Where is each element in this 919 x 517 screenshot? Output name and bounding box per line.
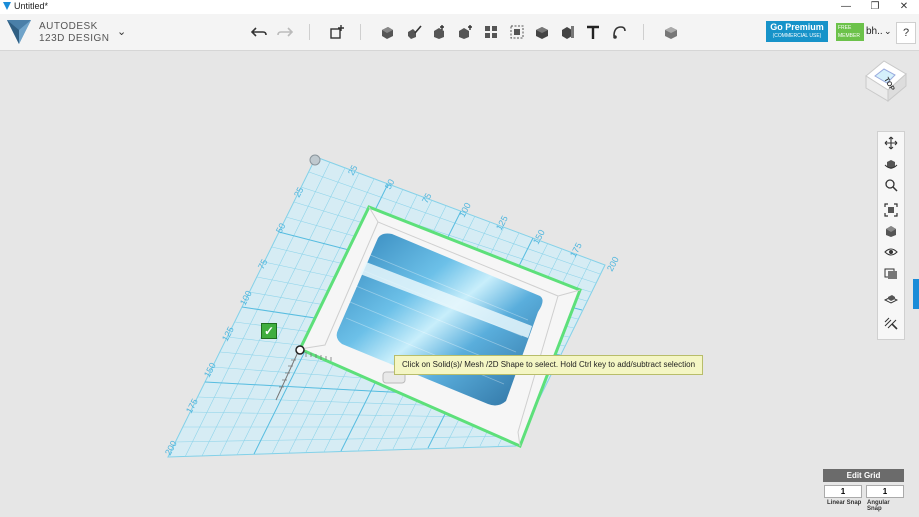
- fit-button[interactable]: [882, 201, 900, 219]
- edit-grid-button[interactable]: Edit Grid: [823, 469, 904, 482]
- pan-icon: [884, 136, 898, 150]
- grid-origin-handle[interactable]: [309, 154, 321, 166]
- modify-icon: [459, 25, 472, 39]
- group-icon: [510, 25, 524, 39]
- materials-outlines-button[interactable]: [882, 264, 900, 282]
- user-menu-chevron-down-icon[interactable]: ⌄: [884, 26, 892, 37]
- viewcube[interactable]: TOP: [865, 60, 907, 103]
- snap-icon: [613, 26, 626, 39]
- transform-icon: [330, 25, 344, 39]
- app-menu-icon[interactable]: [5, 18, 33, 46]
- redo-button[interactable]: [274, 21, 296, 43]
- navigation-panel: [877, 131, 905, 340]
- fit-icon: [884, 203, 898, 217]
- orbit-icon: [884, 160, 898, 169]
- zoom-icon: [885, 179, 898, 192]
- restore-button[interactable]: ❐: [861, 0, 889, 14]
- zoom-button[interactable]: [882, 176, 900, 194]
- primitives-button[interactable]: [376, 21, 398, 43]
- close-button[interactable]: ✕: [890, 0, 918, 14]
- app-menu-chevron-down-icon[interactable]: ⌄: [117, 25, 126, 38]
- sketch-icon: [408, 25, 422, 39]
- window-title: Untitled*: [14, 1, 49, 11]
- brand-line-2: 123D DESIGN: [39, 33, 110, 44]
- snap-grid-icon: [884, 317, 898, 330]
- material-button[interactable]: [660, 21, 682, 43]
- combine-button[interactable]: [531, 21, 553, 43]
- free-badge-line-1: FREE: [838, 25, 852, 31]
- pattern-button[interactable]: [480, 21, 502, 43]
- transform-button[interactable]: [326, 21, 348, 43]
- app-logo-icon: [3, 2, 11, 10]
- text-button[interactable]: [582, 21, 604, 43]
- toolbar-separator: [643, 24, 644, 40]
- grid-icon: [884, 295, 898, 304]
- grid-tick-top: 200: [605, 255, 621, 273]
- free-member-badge: FREE MEMBER: [836, 23, 864, 41]
- go-premium-button[interactable]: Go Premium (COMMERCIAL USE): [766, 21, 828, 42]
- main-toolbar: AUTODESK 123D DESIGN ⌄ Go Premium (COMME…: [0, 14, 919, 51]
- primitives-icon: [382, 27, 393, 39]
- side-panel-tab[interactable]: [913, 279, 919, 309]
- measure-icon: [562, 26, 574, 39]
- sketch-button[interactable]: [403, 21, 425, 43]
- toolbar-separator: [360, 24, 361, 40]
- orbit-button[interactable]: [882, 155, 900, 173]
- grid-snap-panel: Edit Grid 1 1 Linear Snap Angular Snap: [823, 469, 904, 512]
- linear-snap-input[interactable]: 1: [824, 485, 862, 498]
- toolbar-separator: [309, 24, 310, 40]
- grid-settings-button[interactable]: [882, 289, 900, 307]
- pattern-icon: [485, 26, 497, 38]
- combine-icon: [536, 27, 548, 39]
- visibility-button[interactable]: [882, 243, 900, 261]
- materials-icon: [884, 268, 897, 279]
- user-name[interactable]: bh..: [866, 26, 883, 37]
- selection-tooltip: Click on Solid(s)/ Mesh /2D Shape to sel…: [394, 355, 704, 375]
- snap-settings-button[interactable]: [882, 314, 900, 332]
- text-icon: [587, 25, 599, 39]
- angular-snap-label: Angular Snap: [867, 500, 890, 512]
- construct-button[interactable]: [428, 21, 450, 43]
- premium-title: Go Premium: [770, 22, 824, 32]
- linear-snap-label: Linear Snap: [827, 500, 862, 506]
- help-button[interactable]: ?: [896, 22, 916, 44]
- measure-button[interactable]: [557, 21, 579, 43]
- free-badge-line-2: MEMBER: [838, 33, 860, 39]
- construct-icon: [434, 25, 444, 39]
- undo-icon: [251, 27, 267, 37]
- snap-button[interactable]: [608, 21, 630, 43]
- 3d-viewport[interactable]: 25 50 75 100 125 150 175 200 25 50 75 10…: [0, 51, 919, 517]
- angular-snap-input[interactable]: 1: [866, 485, 904, 498]
- title-bar: Untitled* — ❐ ✕: [0, 0, 919, 14]
- group-button[interactable]: [506, 21, 528, 43]
- minimize-button[interactable]: —: [832, 0, 860, 14]
- brand-line-1: AUTODESK: [39, 21, 98, 32]
- confirm-check-button[interactable]: ✓: [261, 323, 277, 339]
- material-icon: [665, 27, 677, 39]
- premium-subtitle: (COMMERCIAL USE): [772, 33, 822, 39]
- redo-icon: [277, 27, 293, 37]
- modify-button[interactable]: [454, 21, 476, 43]
- view-cube-button[interactable]: [882, 222, 900, 240]
- solid-view-icon: [886, 226, 896, 237]
- eye-icon: [884, 248, 898, 256]
- pan-button[interactable]: [882, 134, 900, 152]
- undo-button[interactable]: [248, 21, 270, 43]
